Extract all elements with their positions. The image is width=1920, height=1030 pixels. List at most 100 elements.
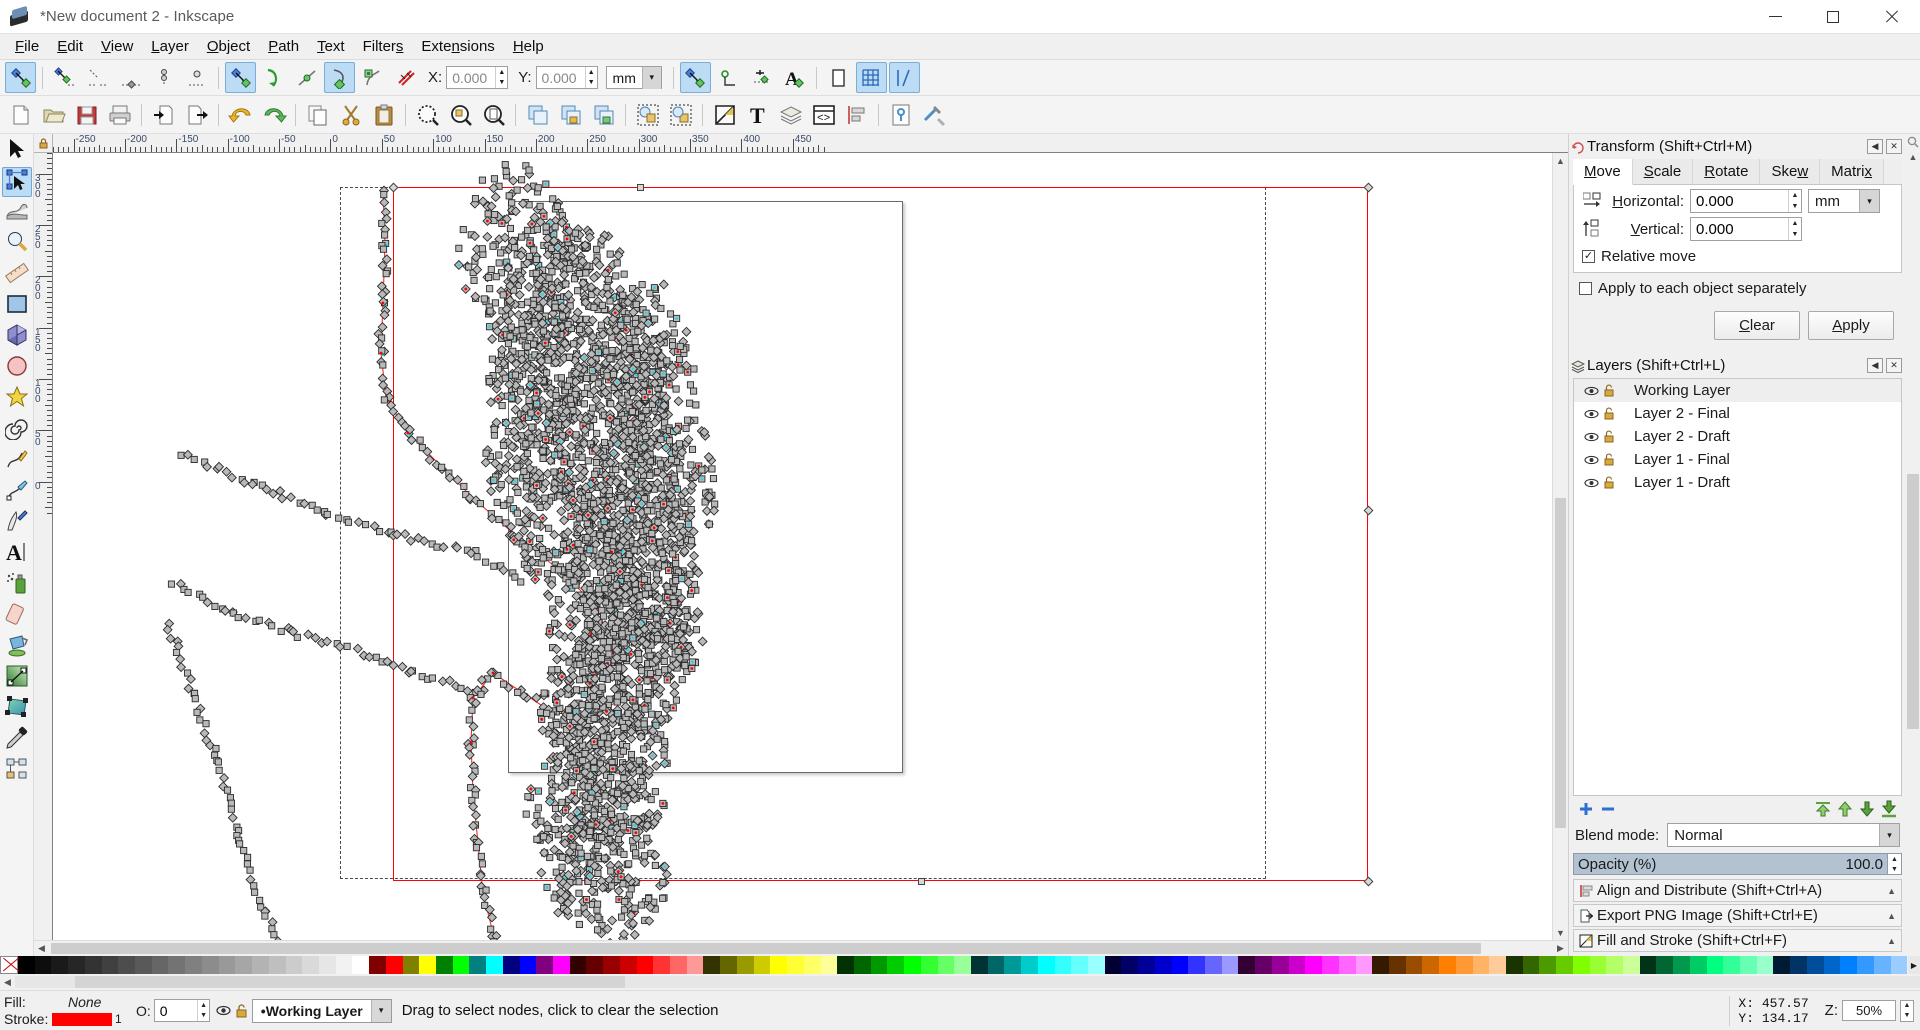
path-node-handle[interactable]: [667, 634, 676, 642]
palette-swatch[interactable]: [1288, 956, 1306, 974]
palette-swatch[interactable]: [302, 956, 319, 974]
snap-grid-button[interactable]: [855, 62, 887, 93]
path-node-handle[interactable]: [605, 530, 613, 539]
layer-select-combo[interactable]: •Working Layer ▾: [251, 998, 392, 1023]
redo-icon[interactable]: [258, 99, 289, 130]
path-node-handle[interactable]: [323, 510, 331, 518]
layer-lock-icon[interactable]: [1600, 384, 1618, 397]
node-control-point[interactable]: [590, 791, 594, 795]
path-node-handle[interactable]: [382, 270, 390, 278]
path-node-handle[interactable]: [219, 772, 230, 783]
node-control-point[interactable]: [676, 363, 680, 367]
path-node-handle[interactable]: [604, 780, 613, 788]
node-control-point[interactable]: [457, 263, 461, 267]
path-node-handle[interactable]: [651, 315, 659, 323]
palette-swatch[interactable]: [419, 956, 436, 974]
path-node-handle[interactable]: [660, 657, 668, 666]
path-node-handle[interactable]: [497, 249, 505, 257]
transform-tab-matrix[interactable]: Matrix: [1820, 159, 1884, 184]
layer-lock-icon[interactable]: [1600, 430, 1618, 443]
path-node-handle[interactable]: [313, 506, 321, 514]
node-control-point[interactable]: [664, 446, 668, 449]
path-node-handle[interactable]: [658, 549, 666, 557]
path-node-handle[interactable]: [601, 854, 609, 862]
path-node-handle[interactable]: [614, 789, 622, 797]
path-node-handle[interactable]: [548, 268, 556, 276]
palette-swatch[interactable]: [369, 956, 386, 974]
layer-row[interactable]: Layer 1 - Final: [1574, 448, 1901, 471]
path-node-handle[interactable]: [508, 199, 516, 207]
path-node-handle[interactable]: [597, 655, 605, 663]
palette-swatch[interactable]: [502, 956, 520, 974]
text-tool[interactable]: A: [2, 539, 32, 569]
path-node-handle[interactable]: [643, 677, 651, 685]
node-control-point[interactable]: [686, 370, 690, 374]
path-node-handle[interactable]: [172, 648, 181, 657]
path-node-handle[interactable]: [614, 835, 622, 844]
path-node-handle[interactable]: [492, 273, 500, 281]
palette-swatch[interactable]: [1138, 956, 1155, 974]
path-node-handle[interactable]: [199, 593, 207, 601]
transform-tab-move[interactable]: Move: [1573, 159, 1633, 185]
path-node-handle[interactable]: [679, 623, 688, 631]
node-control-point[interactable]: [617, 898, 621, 901]
bottom-scrollbar[interactable]: ◀: [0, 974, 1920, 990]
node-control-point[interactable]: [565, 237, 569, 241]
path-node-handle[interactable]: [352, 643, 363, 654]
path-node-handle[interactable]: [672, 385, 680, 393]
node-x-spinbox[interactable]: ▲▼: [446, 66, 509, 89]
palette-swatch[interactable]: [937, 956, 955, 974]
canvas-horizontal-scrollbar[interactable]: ◀ ▶: [34, 940, 1568, 956]
path-node-handle[interactable]: [533, 225, 541, 233]
path-node-handle[interactable]: [574, 909, 582, 917]
path-node-handle[interactable]: [625, 438, 633, 446]
node-control-point[interactable]: [406, 431, 410, 435]
path-node-handle[interactable]: [531, 692, 542, 703]
path-node-handle[interactable]: [563, 382, 571, 390]
path-node-handle[interactable]: [582, 315, 590, 323]
path-node-handle[interactable]: [268, 925, 276, 933]
palette-swatch[interactable]: [1723, 956, 1741, 974]
path-node-handle[interactable]: [487, 334, 498, 345]
group-icon[interactable]: [555, 99, 586, 130]
opacity-spin-buttons[interactable]: ▲ ▼: [1887, 854, 1901, 874]
node-control-point[interactable]: [553, 453, 557, 457]
path-node-handle[interactable]: [676, 342, 684, 350]
path-node-handle[interactable]: [618, 395, 626, 403]
palette-swatch[interactable]: [1271, 956, 1289, 974]
path-node-handle[interactable]: [698, 466, 706, 474]
path-node-handle[interactable]: [657, 360, 665, 368]
path-node-handle[interactable]: [686, 570, 694, 578]
node-control-point[interactable]: [560, 675, 564, 679]
path-node-handle[interactable]: [526, 334, 534, 342]
node-control-point[interactable]: [631, 367, 635, 371]
layer-unlock-icon[interactable]: [235, 1003, 248, 1018]
node-control-point[interactable]: [491, 671, 495, 675]
break-path-button[interactable]: [82, 62, 113, 93]
path-node-handle[interactable]: [539, 454, 547, 462]
path-node-handle[interactable]: [549, 195, 557, 203]
path-node-handle[interactable]: [678, 676, 686, 684]
path-node-handle[interactable]: [641, 705, 649, 713]
palette-swatch[interactable]: [686, 956, 704, 974]
palette-swatch[interactable]: [920, 956, 938, 974]
path-node-handle[interactable]: [646, 289, 654, 297]
node-control-point[interactable]: [541, 292, 544, 296]
path-node-handle[interactable]: [670, 329, 678, 337]
path-node-handle[interactable]: [643, 834, 651, 842]
path-node-handle[interactable]: [536, 867, 547, 878]
node-control-point[interactable]: [548, 800, 552, 804]
node-control-point[interactable]: [582, 356, 586, 359]
node-control-point[interactable]: [639, 622, 643, 625]
path-node-handle[interactable]: [705, 520, 713, 528]
path-node-handle[interactable]: [482, 558, 490, 566]
path-node-handle[interactable]: [530, 340, 538, 348]
path-node-handle[interactable]: [590, 811, 599, 819]
node-control-point[interactable]: [568, 623, 572, 627]
path-node-handle[interactable]: [513, 463, 521, 471]
scroll-right-arrow[interactable]: ▶: [1553, 941, 1568, 956]
path-node-handle[interactable]: [539, 545, 547, 554]
layer-visibility-eye-icon[interactable]: [1582, 477, 1600, 489]
palette-swatch[interactable]: [1773, 956, 1791, 974]
object-to-path-button[interactable]: [357, 62, 388, 93]
